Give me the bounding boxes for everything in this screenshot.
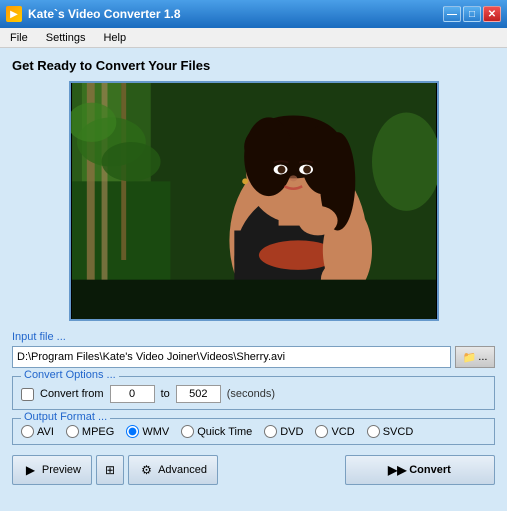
format-dvd[interactable]: DVD <box>264 425 303 438</box>
format-mpeg[interactable]: MPEG <box>66 425 114 438</box>
main-content: Get Ready to Convert Your Files <box>0 48 507 495</box>
advanced-button[interactable]: ⚙ Advanced <box>128 455 218 485</box>
convert-icon: ▶▶ <box>389 462 405 478</box>
format-row: AVI MPEG WMV Quick Time DVD VCD <box>21 425 486 438</box>
video-frame <box>71 83 437 319</box>
menu-bar: File Settings Help <box>0 28 507 48</box>
convert-to-value[interactable] <box>176 385 221 403</box>
format-svcd[interactable]: SVCD <box>367 425 414 438</box>
convert-from-text: Convert from <box>40 388 104 400</box>
title-bar: ▶ Kate`s Video Converter 1.8 — □ ✕ <box>0 0 507 28</box>
maximize-button[interactable]: □ <box>463 6 481 22</box>
title-bar-left: ▶ Kate`s Video Converter 1.8 <box>6 6 181 22</box>
output-format-label: Output Format ... <box>21 411 110 423</box>
close-button[interactable]: ✕ <box>483 6 501 22</box>
format-wmv[interactable]: WMV <box>126 425 169 438</box>
convert-from-value[interactable] <box>110 385 155 403</box>
output-format-box: Output Format ... AVI MPEG WMV Quick Tim… <box>12 418 495 445</box>
browse-button[interactable]: 📁 ... <box>455 346 495 368</box>
preview-button[interactable]: ▶ Preview <box>12 455 92 485</box>
format-avi[interactable]: AVI <box>21 425 54 438</box>
menu-file[interactable]: File <box>6 31 32 45</box>
left-buttons: ▶ Preview ⊞ ⚙ Advanced <box>12 455 218 485</box>
convert-button[interactable]: ▶▶ Convert <box>345 455 495 485</box>
page-title: Get Ready to Convert Your Files <box>12 58 495 73</box>
title-bar-controls: — □ ✕ <box>443 6 501 22</box>
convert-options-label: Convert Options ... <box>21 369 119 381</box>
format-quicktime[interactable]: Quick Time <box>181 425 252 438</box>
play-icon: ▶ <box>23 462 38 478</box>
convert-from-row: Convert from to (seconds) <box>21 383 486 403</box>
format-vcd[interactable]: VCD <box>315 425 354 438</box>
input-file-label: Input file ... <box>12 331 495 343</box>
seconds-label: (seconds) <box>227 388 275 400</box>
grid-icon: ⊞ <box>102 462 118 478</box>
menu-settings[interactable]: Settings <box>42 31 90 45</box>
bottom-buttons: ▶ Preview ⊞ ⚙ Advanced ▶▶ Convert <box>12 455 495 485</box>
gear-icon: ⚙ <box>139 462 154 478</box>
input-file-row: 📁 ... <box>12 346 495 368</box>
convert-from-checkbox[interactable] <box>21 388 34 401</box>
menu-help[interactable]: Help <box>99 31 130 45</box>
to-label: to <box>161 388 170 400</box>
grid-button[interactable]: ⊞ <box>96 455 124 485</box>
folder-icon: 📁 <box>463 351 477 364</box>
minimize-button[interactable]: — <box>443 6 461 22</box>
app-icon: ▶ <box>6 6 22 22</box>
window-title: Kate`s Video Converter 1.8 <box>28 7 181 21</box>
convert-options-box: Convert Options ... Convert from to (sec… <box>12 376 495 410</box>
video-preview <box>69 81 439 321</box>
input-file-field[interactable] <box>12 346 451 368</box>
